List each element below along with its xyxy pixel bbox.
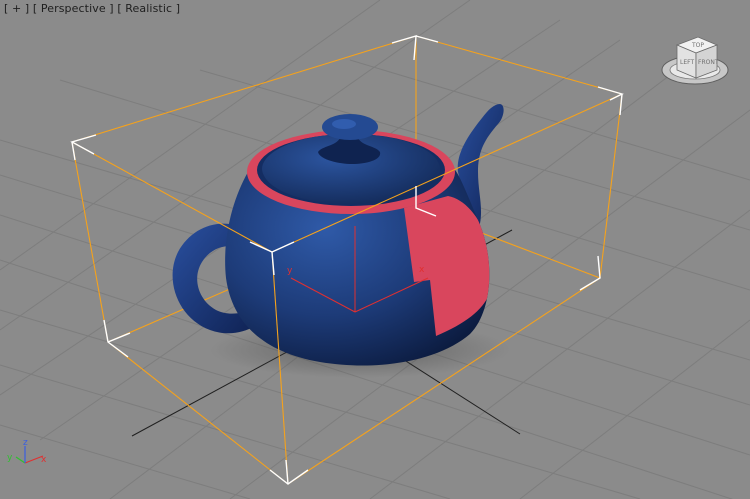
viewcube-icon[interactable]: LEFT FRONT TOP xyxy=(661,36,729,85)
viewcube-top-label: TOP xyxy=(691,42,704,49)
viewport-point-of-view-menu[interactable]: [ Perspective ] xyxy=(33,2,114,15)
gizmo-x-label: x xyxy=(419,265,425,275)
viewport-scene[interactable]: x y LEFT FRONT TOP z x y xyxy=(0,0,750,499)
viewcube-right-label: FRONT xyxy=(698,59,719,66)
viewport-general-menu[interactable]: [ + ] xyxy=(4,2,29,15)
teapot-object[interactable] xyxy=(172,104,504,366)
perspective-viewport[interactable]: x y LEFT FRONT TOP z x y [+] [Perspec… xyxy=(0,0,750,499)
tripod-y-label: y xyxy=(7,453,13,463)
viewport-label-menu: [ + ] [ Perspective ] [ Realistic ] xyxy=(4,2,180,15)
teapot-lid-knob-highlight xyxy=(332,119,356,129)
viewport-shading-menu[interactable]: [ Realistic ] xyxy=(117,2,180,15)
gizmo-y-label: y xyxy=(287,266,293,276)
tripod-z-label: z xyxy=(23,438,28,448)
tripod-x-label: x xyxy=(41,455,47,465)
viewcube-left-label: LEFT xyxy=(680,59,694,66)
axis-tripod-icon: z x y xyxy=(7,438,47,465)
